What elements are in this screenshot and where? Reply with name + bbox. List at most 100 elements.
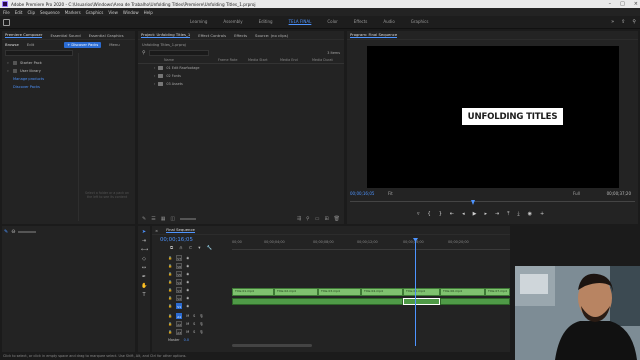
- lib-item-starter-pack[interactable]: › Starter Pack: [6, 59, 131, 67]
- tab-effect-controls[interactable]: Effect Controls: [198, 33, 226, 38]
- home-icon[interactable]: [3, 19, 10, 26]
- tab-final-sequence[interactable]: Final Sequence: [166, 227, 195, 233]
- audio-clip[interactable]: [440, 298, 510, 305]
- workspace-tab-color[interactable]: Color: [327, 19, 337, 24]
- audio-clip[interactable]: [232, 298, 403, 305]
- menu-sequence[interactable]: Sequence: [40, 10, 60, 15]
- bin-item[interactable]: › 01 Edit Rawfootage: [138, 64, 344, 72]
- lock-icon[interactable]: 🔒: [168, 288, 172, 292]
- lock-icon[interactable]: 🔒: [168, 314, 172, 318]
- bin-item[interactable]: › 03 Assets: [138, 80, 344, 88]
- tab-browse[interactable]: Browse: [5, 42, 19, 47]
- eye-icon[interactable]: ◉: [186, 272, 189, 276]
- freeform-view-icon[interactable]: ◫: [170, 216, 175, 222]
- project-search-input[interactable]: [148, 50, 209, 56]
- discover-packs-link[interactable]: Discover Packs: [6, 83, 131, 91]
- find-icon[interactable]: ⚲: [306, 216, 310, 222]
- add-marker-icon[interactable]: ▾: [198, 246, 200, 251]
- new-item-icon[interactable]: ⊞: [324, 216, 328, 222]
- tab-source[interactable]: Source: (no clips): [255, 33, 288, 38]
- lock-icon[interactable]: 🔒: [168, 264, 172, 268]
- video-clip[interactable]: Title 01.mp4: [232, 288, 274, 296]
- lock-icon[interactable]: 🔒: [168, 322, 172, 326]
- hand-tool-icon[interactable]: ✋: [141, 283, 147, 289]
- menu-markers[interactable]: Markers: [65, 10, 81, 15]
- tab-effects[interactable]: Effects: [234, 33, 247, 38]
- close-icon[interactable]: ×: [634, 1, 638, 7]
- video-clip[interactable]: Title 05.mp4: [403, 288, 440, 296]
- step-back-icon[interactable]: ◂: [462, 211, 465, 217]
- search-icon[interactable]: ⚲: [632, 19, 636, 25]
- quick-export-icon[interactable]: ⇪: [621, 19, 625, 25]
- eye-icon[interactable]: ◉: [186, 304, 189, 308]
- lock-icon[interactable]: 🔒: [168, 256, 172, 260]
- step-forward-icon[interactable]: ▸: [484, 211, 487, 217]
- workspace-tab-editing[interactable]: Editing: [259, 19, 273, 24]
- video-clip[interactable]: Title 04.mp4: [361, 288, 403, 296]
- close-icon[interactable]: ×: [155, 228, 158, 233]
- microphone-icon[interactable]: 🎙: [199, 314, 203, 318]
- eye-icon[interactable]: ◉: [186, 264, 189, 268]
- snap-icon[interactable]: ∩: [179, 246, 182, 251]
- mute-icon[interactable]: M: [186, 322, 189, 326]
- wrench-icon[interactable]: 🔧: [207, 246, 213, 251]
- workspaces-menu-icon[interactable]: »: [611, 19, 614, 25]
- play-icon[interactable]: ▶: [473, 211, 477, 217]
- mute-icon[interactable]: M: [186, 330, 189, 334]
- eye-icon[interactable]: ◉: [186, 296, 189, 300]
- manage-products-link[interactable]: Manage products: [6, 75, 131, 83]
- button-editor-icon[interactable]: +: [540, 211, 544, 217]
- menu-edit[interactable]: Edit: [15, 10, 23, 15]
- timeline-ruler[interactable]: 00;00 00;00;04;00 00;00;08;00 00;00;12;0…: [232, 238, 510, 250]
- workspace-tab-graphics[interactable]: Graphics: [411, 19, 429, 24]
- microphone-icon[interactable]: 🎙: [199, 330, 203, 334]
- quality-dropdown[interactable]: Full: [573, 191, 580, 196]
- audio-clip-selected[interactable]: [403, 298, 440, 305]
- tab-essential-sound[interactable]: Essential Sound: [50, 33, 80, 38]
- fit-dropdown[interactable]: Fit: [388, 191, 393, 196]
- eye-icon[interactable]: ◉: [186, 280, 189, 284]
- program-timecode[interactable]: 00;00;16;05: [350, 191, 374, 196]
- mute-icon[interactable]: M: [186, 314, 189, 318]
- in-point-icon[interactable]: {: [428, 211, 431, 217]
- solo-icon[interactable]: S: [193, 322, 195, 326]
- menu-file[interactable]: File: [3, 10, 10, 15]
- lock-icon[interactable]: 🔒: [168, 296, 172, 300]
- tab-project[interactable]: Project: Unfolding Titles_1: [141, 32, 191, 38]
- lock-icon[interactable]: 🔒: [168, 280, 172, 284]
- minimize-icon[interactable]: –: [609, 1, 612, 7]
- menu-window[interactable]: Window: [123, 10, 139, 15]
- lib-item-user-library[interactable]: › User library: [6, 67, 131, 75]
- out-point-icon[interactable]: }: [439, 211, 442, 217]
- slip-tool-icon[interactable]: ↔: [141, 265, 147, 271]
- eye-icon[interactable]: ◉: [186, 288, 189, 292]
- bin-item[interactable]: › 02 Fonts: [138, 72, 344, 80]
- ripple-edit-tool-icon[interactable]: ⟷: [141, 247, 148, 253]
- extract-icon[interactable]: ⤓: [517, 211, 519, 217]
- menu-help[interactable]: Help: [144, 10, 153, 15]
- discover-packs-button[interactable]: + Discover Packs: [64, 41, 102, 48]
- solo-icon[interactable]: S: [193, 330, 195, 334]
- maximize-icon[interactable]: □: [620, 1, 625, 7]
- menu-view[interactable]: View: [108, 10, 118, 15]
- go-to-in-icon[interactable]: ⇤: [450, 211, 454, 217]
- tab-premiere-composer[interactable]: Premiere Composer: [5, 32, 43, 38]
- lock-icon[interactable]: 🔒: [168, 272, 172, 276]
- zoom-out-icon[interactable]: ⊖: [11, 229, 15, 235]
- go-to-out-icon[interactable]: ⇥: [495, 211, 499, 217]
- camera-icon[interactable]: ◉: [528, 211, 532, 217]
- track-select-tool-icon[interactable]: ⇥: [141, 238, 147, 244]
- video-clip[interactable]: Title 07.mp4: [485, 288, 510, 296]
- type-tool-icon[interactable]: T: [141, 292, 147, 298]
- trash-icon[interactable]: 🗑: [334, 216, 340, 222]
- workspace-tab-assembly[interactable]: Assembly: [223, 19, 242, 24]
- razor-tool-icon[interactable]: ◇: [141, 256, 147, 262]
- linked-selection-icon[interactable]: ⊂: [189, 246, 193, 251]
- menu-button[interactable]: Menu: [109, 42, 119, 47]
- composer-search-input[interactable]: [5, 50, 73, 56]
- selection-tool-icon[interactable]: ➤: [141, 229, 147, 235]
- video-clip[interactable]: Title 06.mp4: [440, 288, 485, 296]
- pen-tool-icon[interactable]: ✒: [141, 274, 147, 280]
- list-view-icon[interactable]: ☰: [151, 216, 155, 222]
- workspace-tab-tela-final[interactable]: TELA FINAL: [289, 19, 312, 24]
